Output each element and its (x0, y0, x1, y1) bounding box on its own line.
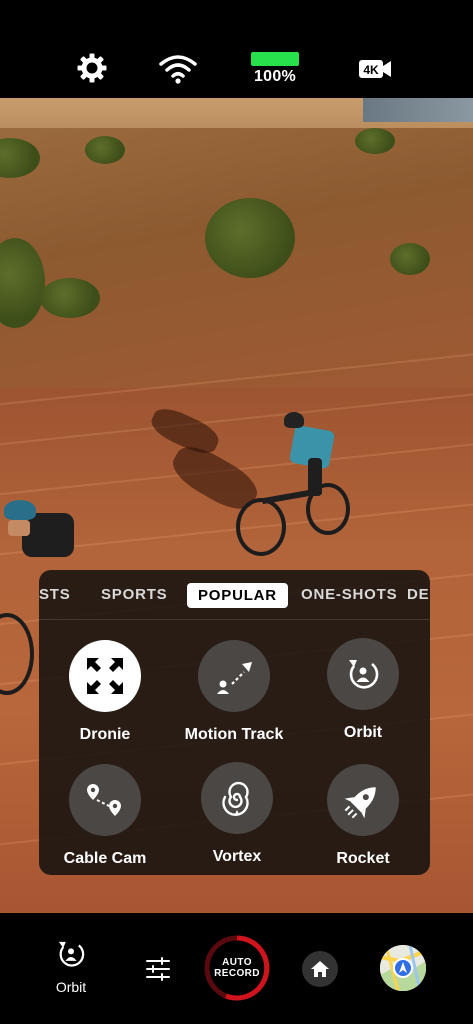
gear-icon (77, 53, 107, 83)
return-home-button[interactable] (302, 951, 338, 987)
rock-stripe (0, 390, 473, 448)
resolution-indicator[interactable]: 4K (358, 58, 392, 80)
rider-helmet (4, 500, 36, 520)
current-mode-button[interactable]: Orbit (44, 935, 98, 995)
svg-text:4K: 4K (363, 63, 379, 77)
tab-divider (39, 619, 430, 620)
tab-details[interactable]: DE (407, 586, 429, 603)
current-mode-label: Orbit (55, 979, 87, 995)
mode-motion-track[interactable]: Motion Track (174, 640, 294, 744)
record-label: AUTO RECORD (214, 957, 260, 979)
bush (390, 243, 430, 275)
orbit-icon (58, 941, 85, 967)
mode-cable-cam-button[interactable] (69, 764, 141, 836)
camera-settings-button[interactable] (142, 953, 174, 985)
wifi-icon (159, 55, 197, 84)
flight-mode-panel: STS SPORTS POPULAR ONE-SHOTS DE Dronie M… (39, 570, 430, 875)
vortex-spiral-icon (222, 781, 249, 817)
mode-dronie[interactable]: Dronie (45, 640, 165, 744)
tab-one-shots[interactable]: ONE-SHOTS (301, 586, 397, 603)
status-bar: 100% 4K (0, 0, 473, 98)
rocket-icon (344, 787, 376, 819)
mode-label: Rocket (336, 850, 390, 867)
cable-cam-icon (87, 784, 121, 816)
record-label-line1: AUTO (222, 957, 252, 968)
tab-sports[interactable]: SPORTS (101, 586, 167, 603)
tab-popular[interactable]: POPULAR (187, 583, 288, 608)
expand-arrows-icon (87, 658, 123, 694)
mode-label: Motion Track (184, 726, 284, 743)
home-icon (311, 961, 329, 977)
orbit-icon (349, 660, 379, 689)
mode-motion-track-button[interactable] (198, 640, 270, 712)
mode-label: Orbit (343, 724, 383, 741)
settings-button[interactable] (76, 52, 108, 84)
motion-track-icon (217, 662, 252, 694)
mode-rocket-button[interactable] (327, 764, 399, 836)
battery-status: 100% (247, 52, 303, 86)
mode-dronie-button[interactable] (69, 640, 141, 712)
mode-vortex-button[interactable] (201, 762, 273, 834)
mode-label: Cable Cam (63, 850, 147, 867)
sky (363, 98, 473, 122)
bike-wheel (236, 498, 286, 556)
rider-face (8, 520, 30, 536)
bush (205, 198, 295, 278)
mode-orbit[interactable]: Orbit (303, 638, 423, 742)
record-label-line2: RECORD (214, 968, 260, 979)
mode-cable-cam[interactable]: Cable Cam (45, 764, 165, 868)
bush (40, 278, 100, 318)
mode-label: Dronie (79, 726, 131, 743)
rider-shorts (308, 458, 322, 496)
tab-shorts[interactable]: STS (39, 586, 71, 603)
sliders-icon (146, 957, 170, 981)
map-button[interactable] (380, 945, 426, 991)
bike-wheel (0, 613, 34, 695)
mode-label: Vortex (212, 848, 262, 865)
bush (85, 136, 125, 164)
battery-percent: 100% (253, 68, 297, 85)
auto-record-button[interactable]: AUTO RECORD (204, 935, 270, 1001)
mode-vortex[interactable]: Vortex (177, 762, 297, 866)
bush (355, 128, 395, 154)
mode-orbit-button[interactable] (327, 638, 399, 710)
mode-category-tabs: STS SPORTS POPULAR ONE-SHOTS DE (39, 570, 430, 620)
mode-rocket[interactable]: Rocket (303, 764, 423, 868)
rider-helmet (284, 412, 304, 428)
wifi-status[interactable] (157, 52, 199, 84)
map-icon (380, 945, 426, 991)
battery-icon (251, 52, 299, 66)
4k-resolution-icon: 4K (359, 60, 391, 78)
bottom-control-bar: Orbit AUTO RECORD (0, 913, 473, 1024)
